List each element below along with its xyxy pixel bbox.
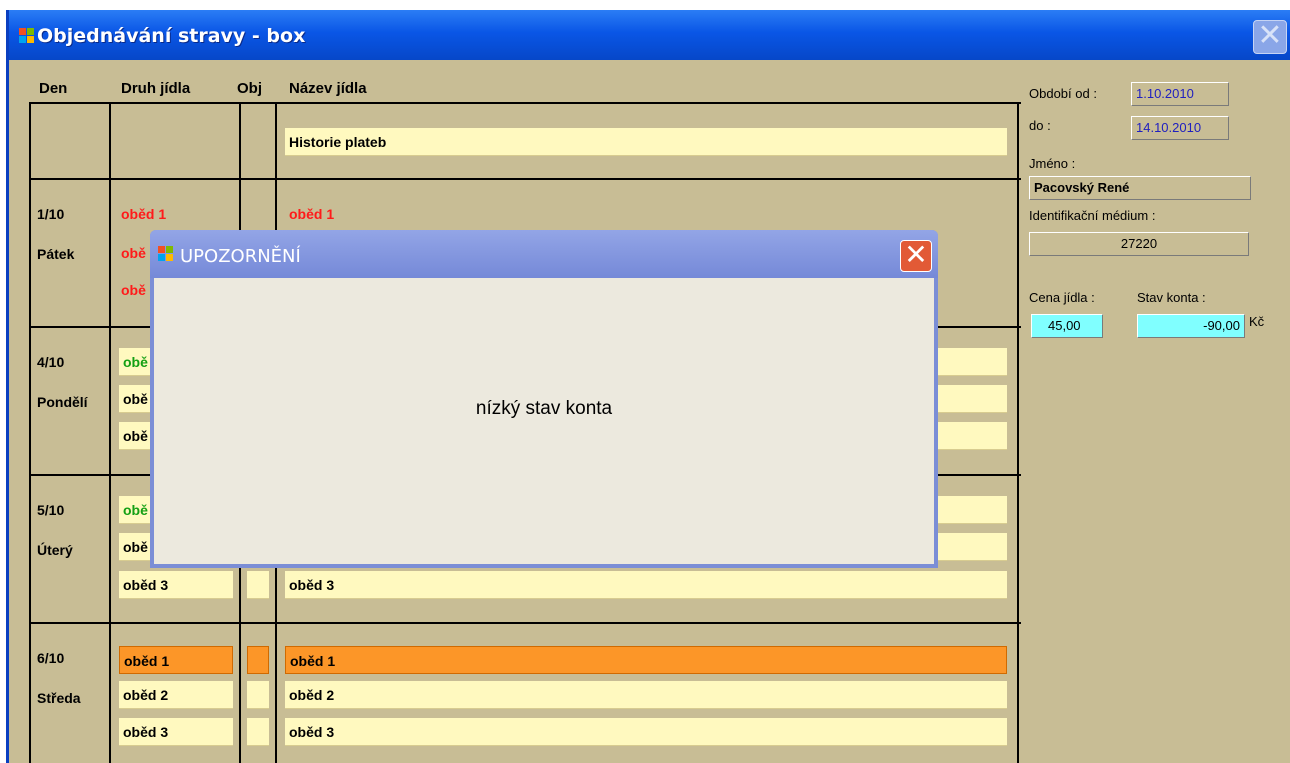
day-date: 6/10 <box>37 650 65 666</box>
header-meal-name: Název jídla <box>289 80 367 97</box>
meal-type[interactable]: oběd 3 <box>119 571 233 599</box>
order-checkbox[interactable] <box>247 718 269 746</box>
dialog-body: nízký stav konta <box>154 278 934 564</box>
balance-field: -90,00 <box>1137 314 1245 338</box>
meal-name[interactable]: oběd 2 <box>285 681 1007 709</box>
grid-line <box>31 622 1021 624</box>
name-field: Pacovský René <box>1029 176 1251 200</box>
price-label: Cena jídla : <box>1029 290 1095 305</box>
meal-type[interactable]: oběd 3 <box>119 718 233 746</box>
order-checkbox-selected[interactable] <box>247 646 269 674</box>
app-logo-icon <box>19 28 35 44</box>
dialog-title: UPOZORNĚNÍ <box>180 246 301 267</box>
grid-line <box>31 178 1021 180</box>
history-button[interactable]: Historie plateb <box>285 128 1007 156</box>
day-date: 1/10 <box>37 206 65 222</box>
meal-name[interactable]: oběd 3 <box>285 718 1007 746</box>
meal-type-selected[interactable]: oběd 1 <box>119 646 233 674</box>
meal-type[interactable]: oběd 2 <box>119 681 233 709</box>
day-weekday: Pondělí <box>37 394 88 410</box>
grid-line <box>109 102 111 763</box>
order-checkbox[interactable] <box>247 571 269 599</box>
period-to-field[interactable]: 14.10.2010 <box>1131 116 1229 140</box>
app-logo-icon <box>158 246 174 262</box>
currency-label: Kč <box>1249 314 1265 329</box>
id-medium-field: 27220 <box>1029 232 1249 256</box>
grid-line <box>29 102 31 763</box>
meal-type[interactable]: oběd 1 <box>121 200 166 228</box>
meal-name[interactable]: oběd 3 <box>285 571 1007 599</box>
day-date: 5/10 <box>37 502 65 518</box>
id-medium-label: Identifikační médium : <box>1029 208 1156 223</box>
meal-type[interactable]: obě <box>121 276 146 304</box>
day-weekday: Úterý <box>37 542 73 558</box>
grid-line <box>1017 102 1019 763</box>
day-weekday: Pátek <box>37 246 75 262</box>
title-bar: Objednávání stravy - box ✕ <box>9 10 1290 60</box>
period-from-label: Období od : <box>1029 86 1097 101</box>
price-field: 45,00 <box>1031 314 1103 338</box>
header-meal-type: Druh jídla <box>121 80 191 97</box>
dialog-message: nízký stav konta <box>475 398 613 419</box>
name-label: Jméno : <box>1029 156 1076 171</box>
meal-type[interactable]: obě <box>121 239 146 267</box>
warning-dialog: UPOZORNĚNÍ ✕ nízký stav konta <box>150 230 938 568</box>
meal-name[interactable]: oběd 1 <box>289 200 334 228</box>
close-icon[interactable]: ✕ <box>1253 20 1287 54</box>
dialog-title-bar[interactable]: UPOZORNĚNÍ ✕ <box>150 230 938 278</box>
header-order: Obj <box>237 80 262 97</box>
grid-line <box>31 102 1021 104</box>
day-date: 4/10 <box>37 354 65 370</box>
close-icon[interactable]: ✕ <box>900 240 932 272</box>
period-from-field[interactable]: 1.10.2010 <box>1131 82 1229 106</box>
header-day: Den <box>39 80 68 97</box>
window-title: Objednávání stravy - box <box>37 25 306 47</box>
order-checkbox[interactable] <box>247 681 269 709</box>
balance-label: Stav konta : <box>1137 290 1206 305</box>
period-to-label: do : <box>1029 118 1051 133</box>
meal-name-selected[interactable]: oběd 1 <box>285 646 1007 674</box>
day-weekday: Středa <box>37 690 81 706</box>
